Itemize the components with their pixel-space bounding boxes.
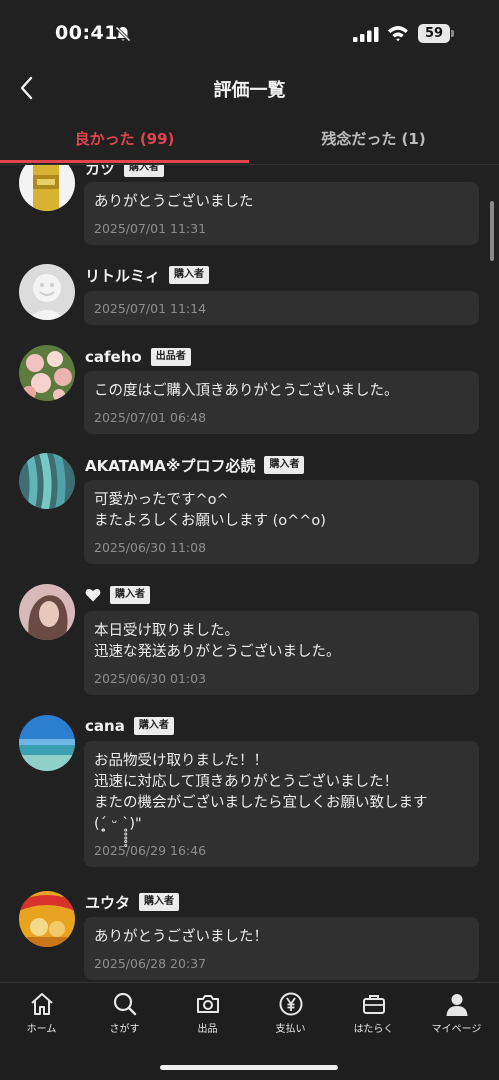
review-bubble: この度はご購入頂きありがとうございました。 2025/07/01 06:48	[84, 371, 479, 434]
review-tabs: 良かった (99) 残念だった (1)	[0, 114, 499, 165]
role-badge: 出品者	[150, 348, 191, 366]
role-badge: 購入者	[264, 456, 305, 474]
review-date: 2025/06/28 20:37	[94, 956, 207, 971]
battery-indicator: 59	[418, 24, 454, 43]
role-badge: 購入者	[133, 717, 174, 735]
briefcase-icon	[362, 995, 385, 1014]
review-comment: 本日受け取りました。 迅速な発送ありがとうございました。	[94, 623, 341, 660]
role-badge: 購入者	[139, 893, 180, 911]
username[interactable]: cafeho	[85, 348, 142, 366]
nav-label: さがす	[109, 1024, 140, 1035]
review-date: 2025/07/01 06:48	[94, 410, 207, 425]
review-list[interactable]: カツ 購入者 ありがとうございました 2025/07/01 11:31 リトルミ…	[0, 165, 499, 982]
avatar[interactable]	[19, 345, 75, 401]
scrollbar[interactable]	[490, 201, 494, 261]
username[interactable]: ユウタ	[85, 892, 130, 913]
review-comment: ありがとうございました！	[94, 929, 268, 945]
nav-label: 出品	[197, 1024, 218, 1035]
role-badge: 購入者	[124, 165, 165, 177]
home-icon	[30, 993, 53, 1015]
person-icon	[446, 994, 467, 1016]
review-bubble: ありがとうございました 2025/07/01 11:31	[84, 182, 479, 245]
avatar[interactable]	[19, 715, 75, 771]
role-badge: 購入者	[110, 586, 150, 604]
tab-bad-reviews[interactable]: 残念だった (1)	[249, 114, 498, 164]
review-comment: ありがとうございました	[94, 194, 254, 210]
wifi-icon	[388, 26, 408, 42]
review-comment: お品物受け取りました！！ 迅速に対応して頂きありがとうございました！ またの機会…	[94, 753, 428, 832]
nav-payment[interactable]: 支払い	[249, 991, 332, 1041]
username[interactable]: cana	[85, 717, 125, 735]
review-date: 2025/06/30 01:03	[94, 671, 207, 686]
review-bubble: 可愛かったです^o^ またよろしくお願いします (o^^o) 2025/06/3…	[84, 480, 479, 564]
nav-search[interactable]: さがす	[83, 991, 166, 1041]
heart-icon	[85, 588, 101, 602]
avatar[interactable]	[19, 584, 75, 640]
yen-icon	[279, 992, 302, 1016]
username[interactable]: カツ	[85, 165, 115, 179]
nav-home[interactable]: ホーム	[0, 991, 83, 1041]
active-tab-indicator	[0, 160, 249, 163]
avatar[interactable]	[19, 453, 75, 509]
review-date: 2025/06/29 16:46	[94, 843, 207, 858]
nav-label: 支払い	[275, 1024, 306, 1035]
nav-mypage[interactable]: マイページ	[415, 991, 498, 1041]
nav-label: マイページ	[431, 1024, 482, 1035]
username[interactable]: リトルミィ	[85, 265, 160, 286]
review-bubble: お品物受け取りました！！ 迅速に対応して頂きありがとうございました！ またの機会…	[84, 741, 479, 867]
avatar[interactable]	[19, 891, 75, 947]
review-comment: 可愛かったです^o^ またよろしくお願いします (o^^o)	[94, 492, 326, 529]
review-date: 2025/07/01 11:14	[94, 301, 207, 316]
search-icon	[113, 992, 136, 1016]
bell-muted-icon	[115, 26, 131, 42]
review-date: 2025/06/30 11:08	[94, 540, 207, 555]
tab-good-reviews[interactable]: 良かった (99)	[0, 114, 249, 164]
camera-icon	[196, 995, 219, 1013]
nav-work[interactable]: はたらく	[332, 991, 415, 1041]
review-bubble: 2025/07/01 11:14	[84, 291, 479, 325]
review-date: 2025/07/01 11:31	[94, 221, 207, 236]
status-time: 00:41	[55, 22, 118, 44]
home-indicator[interactable]	[160, 1065, 338, 1070]
status-bar: 00:41 59	[0, 0, 499, 66]
header: 評価一覧	[0, 66, 499, 114]
review-bubble: 本日受け取りました。 迅速な発送ありがとうございました。 2025/06/30 …	[84, 611, 479, 695]
review-bubble: ありがとうございました！ 2025/06/28 20:37	[84, 917, 479, 980]
battery-level: 59	[424, 26, 444, 41]
nav-label: ホーム	[26, 1024, 57, 1035]
username[interactable]: AKATAMA※プロフ必読	[85, 455, 255, 476]
review-comment: この度はご購入頂きありがとうございました。	[94, 383, 399, 399]
nav-label: はたらく	[353, 1024, 394, 1035]
role-badge: 購入者	[169, 266, 210, 284]
page-title: 評価一覧	[213, 80, 286, 101]
avatar[interactable]	[19, 165, 75, 211]
cellular-signal-icon	[353, 27, 379, 42]
nav-sell[interactable]: 出品	[166, 991, 249, 1041]
default-avatar-icon[interactable]	[19, 264, 75, 320]
